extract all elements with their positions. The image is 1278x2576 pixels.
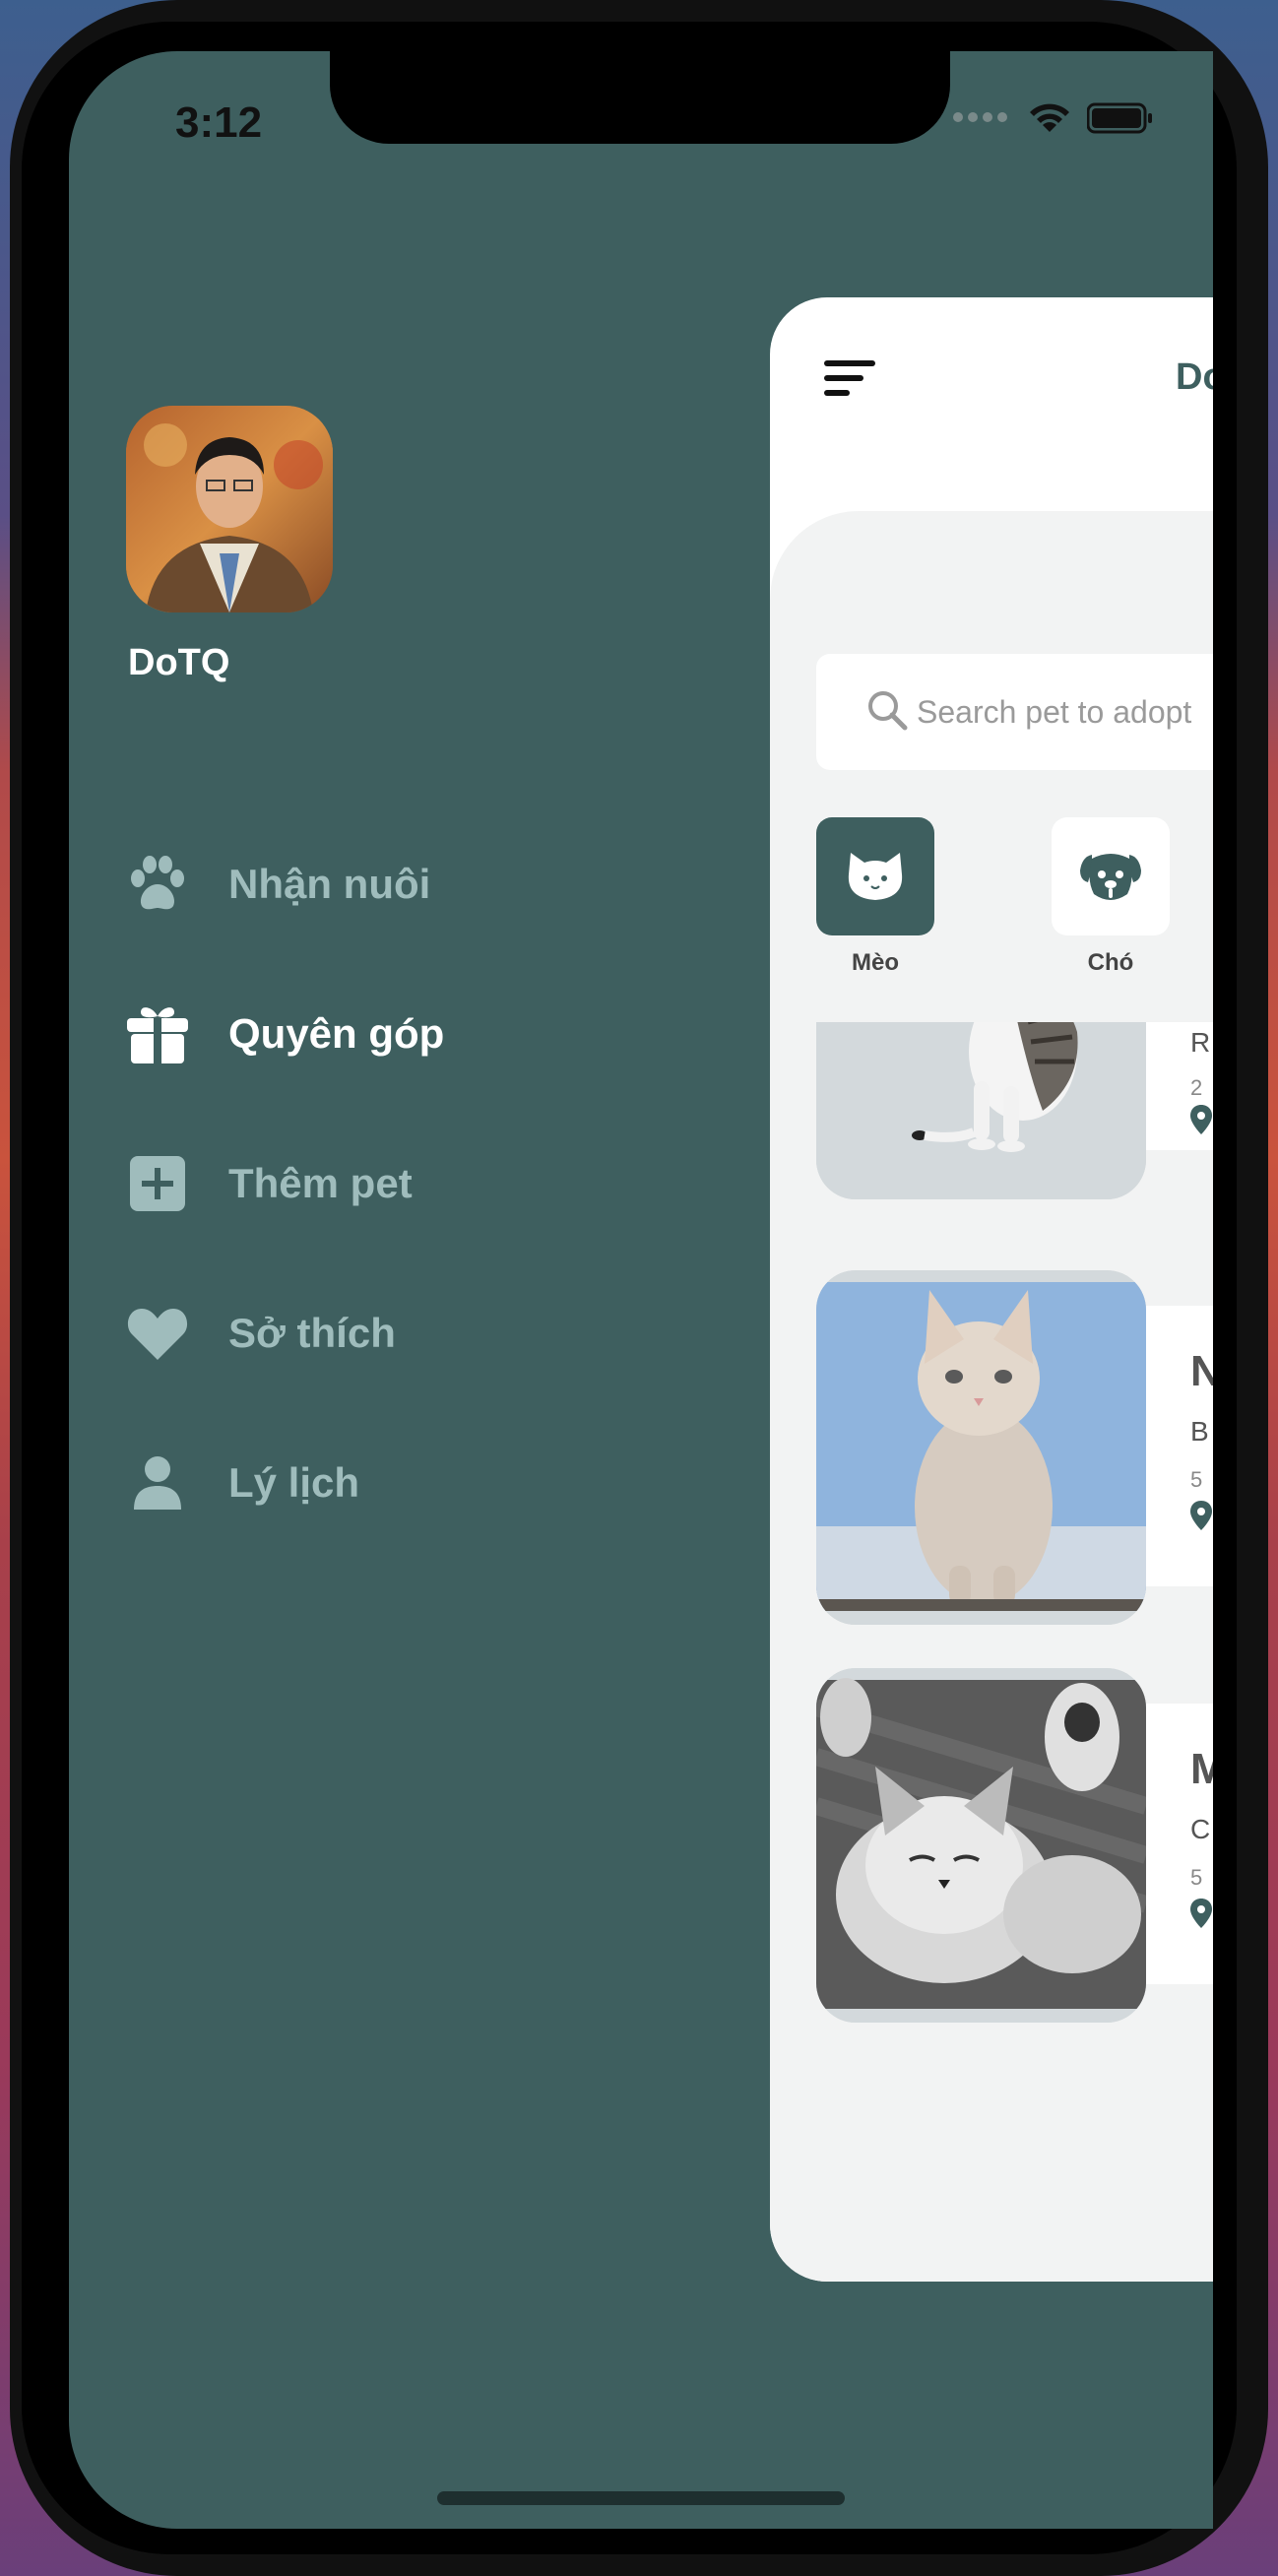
status-icons <box>953 102 1154 134</box>
menu-item-quyen-gop[interactable]: Quyên góp <box>124 1000 444 1067</box>
gift-icon <box>124 1000 191 1067</box>
screen: 3:12 DoTQ Nhận nuôi Quyên góp Thêm pet S… <box>69 51 1213 2529</box>
heart-icon <box>124 1300 191 1367</box>
pet-card[interactable]: R 2 <box>816 1022 1213 1199</box>
plus-square-icon <box>124 1150 191 1217</box>
menu-label: Thêm pet <box>228 1160 413 1206</box>
menu-label: Nhận nuôi <box>228 861 431 907</box>
menu-label: Lý lịch <box>228 1459 360 1506</box>
pet-breed: C <box>1190 1814 1211 1844</box>
pet-image <box>816 1022 1146 1199</box>
battery-icon <box>1087 102 1154 134</box>
user-name: DoTQ <box>128 642 230 683</box>
pet-image <box>816 1668 1146 2023</box>
location-icon <box>1190 1899 1212 1933</box>
search-input[interactable] <box>915 692 1213 732</box>
category-meo[interactable]: Mèo <box>816 817 934 977</box>
pet-name: M <box>1190 1745 1213 1793</box>
category-label: Chó <box>1087 949 1134 976</box>
menu-label: Quyên góp <box>228 1010 445 1057</box>
pet-name: N <box>1190 1347 1213 1395</box>
cat-icon <box>816 817 934 935</box>
pet-card[interactable]: N B 5 <box>816 1270 1213 1625</box>
menu-label: Sở thích <box>228 1310 396 1356</box>
pet-age: 5 <box>1190 1467 1203 1492</box>
cellular-signal-icon <box>953 109 1012 127</box>
menu-item-nhan-nuoi[interactable]: Nhận nuôi <box>124 851 430 918</box>
location-icon <box>1190 1105 1212 1139</box>
main-panel[interactable]: Do Mèo <box>770 297 1213 2282</box>
search-bar[interactable] <box>816 654 1213 770</box>
paw-icon <box>124 851 191 918</box>
pet-image <box>816 1270 1146 1625</box>
pet-age: 5 <box>1190 1865 1203 1890</box>
pet-breed: B <box>1190 1416 1209 1447</box>
user-icon <box>124 1449 191 1516</box>
menu-item-them-pet[interactable]: Thêm pet <box>124 1150 413 1217</box>
pet-breed: R <box>1190 1027 1211 1058</box>
pet-age: 2 <box>1190 1075 1203 1100</box>
menu-item-ly-lich[interactable]: Lý lịch <box>124 1449 359 1516</box>
avatar[interactable] <box>126 406 333 612</box>
pet-info: R 2 <box>1141 1022 1213 1150</box>
status-time: 3:12 <box>175 98 263 147</box>
category-label: Mèo <box>852 949 899 976</box>
notch <box>330 51 950 144</box>
location-icon <box>1190 1501 1212 1535</box>
category-cho[interactable]: Chó <box>1052 817 1170 977</box>
pet-list: R 2 N B 5 M C 5 <box>816 1022 1213 2105</box>
menu-item-so-thich[interactable]: Sở thích <box>124 1300 396 1367</box>
menu-toggle-icon[interactable] <box>824 358 877 403</box>
panel-title: Do <box>1176 356 1213 398</box>
pet-card[interactable]: M C 5 <box>816 1668 1213 2023</box>
dog-icon <box>1052 817 1170 935</box>
wifi-icon <box>1028 102 1071 134</box>
pet-info: M C 5 <box>1141 1704 1213 1984</box>
home-indicator[interactable] <box>437 2491 845 2505</box>
pet-info: N B 5 <box>1141 1306 1213 1586</box>
search-icon <box>865 688 909 737</box>
